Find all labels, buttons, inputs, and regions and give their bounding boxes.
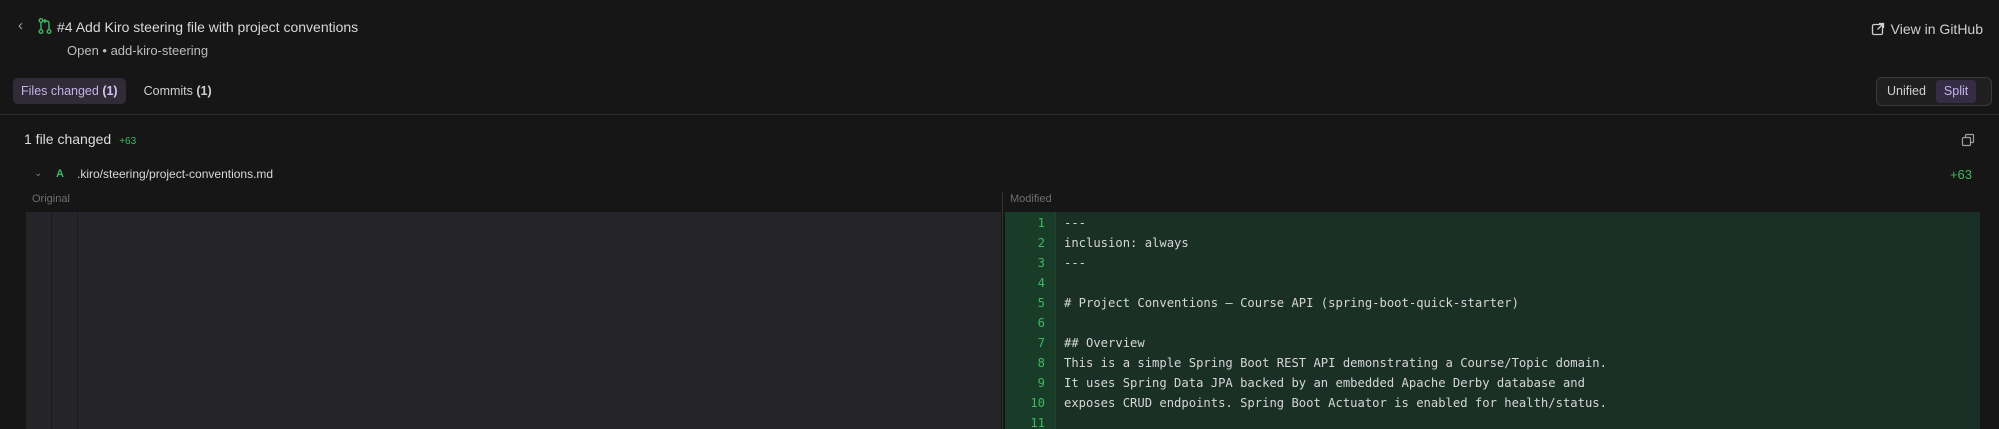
diff-view-toggle: Unified Split: [1876, 77, 1992, 106]
code-line: 1 ---: [1005, 213, 1980, 233]
line-number: 5: [1037, 296, 1045, 310]
line-content: ## Overview: [1064, 336, 1145, 350]
line-number: 6: [1037, 316, 1045, 330]
tab-commits[interactable]: Commits (1): [136, 78, 220, 104]
line-content: This is a simple Spring Boot REST API de…: [1064, 356, 1607, 370]
line-content: inclusion: always: [1064, 236, 1189, 250]
tab-files-changed-label: Files changed: [21, 84, 99, 98]
split-divider[interactable]: [1002, 192, 1003, 429]
code-line: 6: [1005, 313, 1980, 333]
tab-files-changed-count: (1): [102, 84, 118, 98]
code-line: 11: [1005, 413, 1980, 429]
line-number: 7: [1037, 336, 1045, 350]
original-gutter-new: [52, 212, 78, 429]
pr-header: ‹ #4 Add Kiro steering file with project…: [0, 0, 1999, 72]
line-number: 10: [1030, 396, 1045, 410]
tab-files-changed[interactable]: Files changed (1): [13, 78, 126, 104]
diff-summary: 1 file changed +63: [24, 131, 136, 147]
file-added-badge: A: [56, 168, 64, 180]
code-line: 7 ## Overview: [1005, 333, 1980, 353]
unified-view-button[interactable]: Unified: [1879, 80, 1934, 103]
copy-icon[interactable]: [1961, 133, 1975, 147]
code-line: 4: [1005, 273, 1980, 293]
total-additions: +63: [119, 136, 137, 147]
files-changed-count: 1 file changed: [24, 131, 112, 147]
file-additions: +63: [1949, 167, 1972, 182]
tab-bar: Files changed (1) Commits (1): [13, 78, 220, 104]
line-content: # Project Conventions — Course API (spri…: [1064, 296, 1519, 310]
header-divider: [0, 114, 1999, 115]
file-header[interactable]: ⌄ A .kiro/steering/project-conventions.m…: [0, 165, 1999, 185]
line-number: 11: [1030, 416, 1045, 429]
modified-column-header: Modified: [1010, 193, 1052, 205]
view-in-github-link[interactable]: View in GitHub: [1871, 20, 1983, 38]
tab-commits-label: Commits: [143, 84, 193, 98]
code-line: 10 exposes CRUD endpoints. Spring Boot Ac…: [1005, 393, 1980, 413]
line-content: exposes CRUD endpoints. Spring Boot Actu…: [1064, 396, 1607, 410]
line-number: 3: [1037, 256, 1045, 270]
modified-code: 1 --- 2 inclusion: always 3 --- 4 5 # Projec…: [1005, 213, 1980, 429]
code-line: 9 It uses Spring Data JPA backed by an em…: [1005, 373, 1980, 393]
collapse-chevron-icon[interactable]: ⌄: [34, 168, 42, 179]
line-number: 2: [1037, 236, 1045, 250]
line-number: 4: [1037, 276, 1045, 290]
original-gutter-old: [26, 212, 52, 429]
pull-request-icon: [38, 18, 52, 34]
code-line: 5 # Project Conventions — Course API (spr…: [1005, 293, 1980, 313]
line-content: ---: [1064, 216, 1087, 230]
split-view-button[interactable]: Split: [1935, 80, 1977, 103]
pr-title: #4 Add Kiro steering file with project c…: [57, 19, 359, 35]
back-chevron-icon[interactable]: ‹: [18, 18, 32, 34]
line-number: 1: [1037, 216, 1045, 230]
pr-status-branch: Open • add-kiro-steering: [67, 43, 209, 58]
code-line: 2 inclusion: always: [1005, 233, 1980, 253]
external-link-icon: [1871, 22, 1884, 36]
original-pane: [26, 212, 1001, 429]
line-content: ---: [1064, 256, 1087, 270]
code-line: 3 ---: [1005, 253, 1980, 273]
file-path[interactable]: .kiro/steering/project-conventions.md: [77, 167, 273, 181]
line-content: It uses Spring Data JPA backed by an emb…: [1064, 376, 1585, 390]
line-number: 8: [1037, 356, 1045, 370]
original-column-header: Original: [32, 193, 70, 205]
view-in-github-label: View in GitHub: [1890, 21, 1983, 37]
code-line: 8 This is a simple Spring Boot REST API d…: [1005, 353, 1980, 373]
line-number: 9: [1037, 376, 1045, 390]
tab-commits-count: (1): [196, 84, 212, 98]
